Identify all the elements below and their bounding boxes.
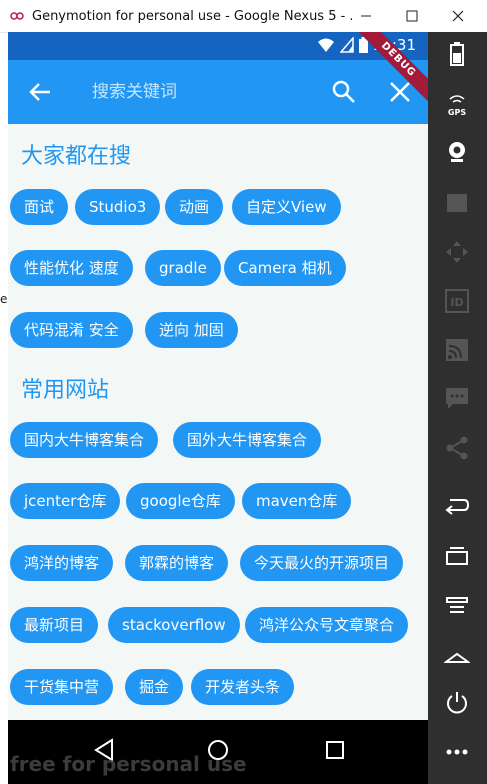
android-screen: 11:31 DEBUG 大家都在搜 面试 Studio3 动画 自定义View …: [8, 32, 428, 720]
video-icon[interactable]: [441, 187, 473, 219]
chip[interactable]: 面试: [10, 189, 69, 225]
recent-apps-icon[interactable]: [441, 540, 473, 572]
chip[interactable]: 掘金: [125, 669, 184, 705]
chip[interactable]: Camera 相机: [224, 250, 346, 286]
window-title: Genymotion for personal use - Google Nex…: [32, 8, 352, 24]
gps-label: GPS: [448, 108, 466, 117]
section-title-hot: 大家都在搜: [21, 144, 132, 169]
chip[interactable]: 动画: [165, 189, 224, 225]
chip[interactable]: jcenter仓库: [10, 483, 121, 519]
webcam-icon[interactable]: [441, 136, 473, 168]
chip[interactable]: 国外大牛博客集合: [173, 422, 322, 458]
watermark-text: free for personal use: [10, 752, 247, 776]
wifi-icon: [317, 38, 334, 52]
back-arrow-icon[interactable]: [26, 78, 54, 106]
power-icon[interactable]: [441, 687, 473, 719]
chip[interactable]: 今天最火的开源项目: [240, 545, 404, 581]
section-title-sites: 常用网站: [21, 378, 110, 403]
chip[interactable]: google仓库: [126, 483, 235, 519]
chip[interactable]: 最新项目: [10, 607, 99, 643]
minimize-button[interactable]: [343, 0, 389, 32]
share-icon[interactable]: [441, 432, 473, 464]
chip[interactable]: 干货集中营: [10, 669, 114, 705]
id-icon[interactable]: ID: [441, 285, 473, 317]
chip[interactable]: 国内大牛博客集合: [10, 422, 159, 458]
minimize-icon: [361, 15, 371, 17]
chip[interactable]: 自定义View: [232, 189, 341, 225]
gps-icon[interactable]: GPS: [441, 88, 473, 120]
chip[interactable]: 代码混淆 安全: [10, 312, 133, 348]
search-icon[interactable]: [330, 78, 358, 106]
chip[interactable]: 鸿洋的博客: [10, 545, 114, 581]
id-label: ID: [450, 296, 463, 309]
maximize-button[interactable]: [389, 0, 435, 32]
home-icon[interactable]: [441, 640, 473, 672]
chip[interactable]: 郭霖的博客: [125, 545, 229, 581]
recents-square-icon[interactable]: [319, 734, 351, 766]
chip[interactable]: 开发者头条: [191, 669, 295, 705]
sms-icon[interactable]: [441, 383, 473, 415]
chip[interactable]: 鸿洋公众号文章聚合: [245, 607, 409, 643]
menu-icon[interactable]: [441, 590, 473, 622]
chip[interactable]: 逆向 加固: [145, 312, 238, 348]
close-window-button[interactable]: [435, 0, 481, 32]
chip[interactable]: Studio3: [75, 189, 161, 225]
close-window-icon: [452, 10, 464, 22]
battery-icon[interactable]: [441, 38, 473, 70]
emulator-sidebar: GPS ID: [428, 32, 487, 784]
back-icon[interactable]: [441, 490, 473, 522]
left-edge-fragment: e: [0, 292, 8, 306]
signal-icon: [339, 37, 354, 53]
maximize-icon: [406, 10, 418, 22]
app-bar: [8, 60, 428, 124]
chip[interactable]: maven仓库: [242, 483, 352, 519]
chip[interactable]: gradle: [145, 250, 221, 286]
genymotion-logo-icon: [10, 11, 24, 21]
more-icon[interactable]: [441, 736, 473, 768]
cast-icon[interactable]: [441, 334, 473, 366]
window-titlebar: Genymotion for personal use - Google Nex…: [0, 0, 487, 33]
chip[interactable]: stackoverflow: [108, 607, 240, 643]
chip[interactable]: 性能优化 速度: [10, 250, 133, 286]
search-input[interactable]: [92, 76, 312, 108]
dpad-icon[interactable]: [441, 236, 473, 268]
